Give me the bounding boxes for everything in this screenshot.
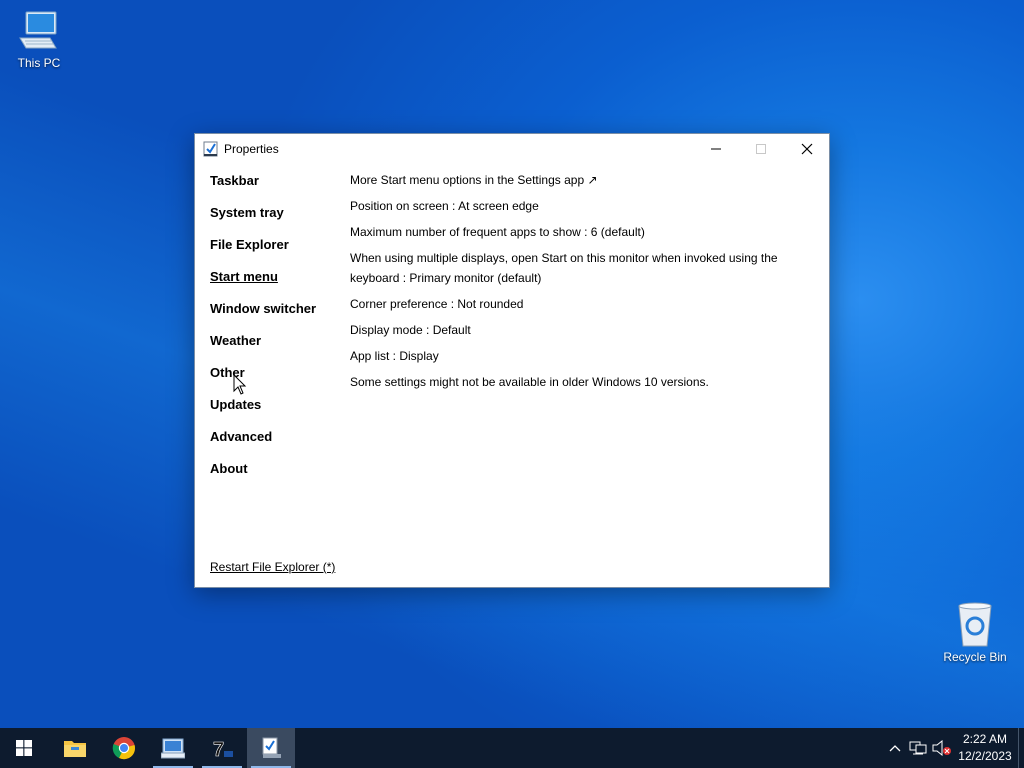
- setting-position-on-screen[interactable]: Position on screen : At screen edge: [350, 196, 780, 216]
- setting-multi-display-monitor[interactable]: When using multiple displays, open Start…: [350, 248, 780, 288]
- clock-date: 12/2/2023: [958, 749, 1012, 763]
- chrome-icon: [112, 737, 135, 760]
- properties-app-icon: [203, 141, 218, 157]
- show-desktop-button[interactable]: [1018, 728, 1024, 768]
- file-explorer-icon: [64, 741, 86, 757]
- title-bar[interactable]: Properties: [195, 134, 829, 164]
- desktop-icon-label: This PC: [17, 56, 61, 70]
- setting-app-list[interactable]: App list : Display: [350, 346, 780, 366]
- nav-item-start-menu[interactable]: Start menu: [210, 269, 316, 301]
- taskbar-chrome[interactable]: [100, 728, 148, 768]
- desktop-icon-recycle-bin[interactable]: Recycle Bin: [940, 600, 1010, 664]
- nav-item-about[interactable]: About: [210, 461, 316, 493]
- nav-item-updates[interactable]: Updates: [210, 397, 316, 429]
- nav-item-window-switcher[interactable]: Window switcher: [210, 301, 316, 333]
- taskbar: 7 2:22 AM 12/2/2023: [0, 728, 1024, 768]
- close-button[interactable]: [784, 134, 830, 164]
- properties-window: Properties Taskbar System tray File Expl…: [194, 133, 830, 588]
- nav-item-other[interactable]: Other: [210, 365, 316, 397]
- control-panel-icon: [161, 738, 185, 759]
- settings-note: Some settings might not be available in …: [350, 375, 709, 389]
- nav-item-advanced[interactable]: Advanced: [210, 429, 316, 461]
- settings-panel: More Start menu options in the Settings …: [350, 170, 780, 398]
- settings-app-link[interactable]: More Start menu options in the Settings …: [350, 170, 780, 190]
- desktop-icon-label: Recycle Bin: [943, 650, 1007, 664]
- taskbar-control-panel[interactable]: [149, 728, 197, 768]
- computer-icon: [19, 11, 57, 49]
- network-icon: [909, 741, 927, 755]
- 7zip-icon: 7: [213, 739, 233, 759]
- minimize-icon: [711, 148, 721, 150]
- close-icon: [801, 143, 813, 155]
- minimize-button[interactable]: [693, 134, 739, 164]
- setting-display-mode[interactable]: Display mode : Default: [350, 320, 780, 340]
- taskbar-properties-app[interactable]: [247, 728, 295, 768]
- desktop-icon-this-pc[interactable]: This PC: [4, 8, 74, 70]
- nav-item-weather[interactable]: Weather: [210, 333, 316, 365]
- nav-item-taskbar[interactable]: Taskbar: [210, 173, 316, 205]
- clock-time: 2:22 AM: [962, 732, 1008, 746]
- chevron-up-icon: [889, 745, 901, 752]
- taskbar-file-explorer[interactable]: [51, 728, 99, 768]
- start-button[interactable]: [0, 728, 48, 768]
- network-tray-button[interactable]: [906, 728, 930, 768]
- section-nav: Taskbar System tray File Explorer Start …: [210, 173, 316, 493]
- recycle-bin-icon: [958, 602, 992, 647]
- taskbar-clock[interactable]: 2:22 AM 12/2/2023: [948, 731, 1022, 765]
- setting-max-frequent-apps[interactable]: Maximum number of frequent apps to show …: [350, 222, 780, 242]
- nav-item-system-tray[interactable]: System tray: [210, 205, 316, 237]
- restart-file-explorer-link[interactable]: Restart File Explorer (*): [210, 560, 335, 574]
- window-title: Properties: [224, 142, 279, 156]
- setting-corner-preference[interactable]: Corner preference : Not rounded: [350, 294, 780, 314]
- maximize-icon: [756, 144, 766, 154]
- show-hidden-icons-button[interactable]: [884, 728, 906, 768]
- taskbar-7zip[interactable]: 7: [198, 728, 246, 768]
- properties-app-icon: [262, 737, 281, 758]
- mouse-pointer-icon: [233, 374, 247, 395]
- nav-item-file-explorer[interactable]: File Explorer: [210, 237, 316, 269]
- windows-start-icon: [16, 740, 32, 756]
- svg-text:7: 7: [213, 739, 224, 759]
- maximize-button[interactable]: [738, 134, 784, 164]
